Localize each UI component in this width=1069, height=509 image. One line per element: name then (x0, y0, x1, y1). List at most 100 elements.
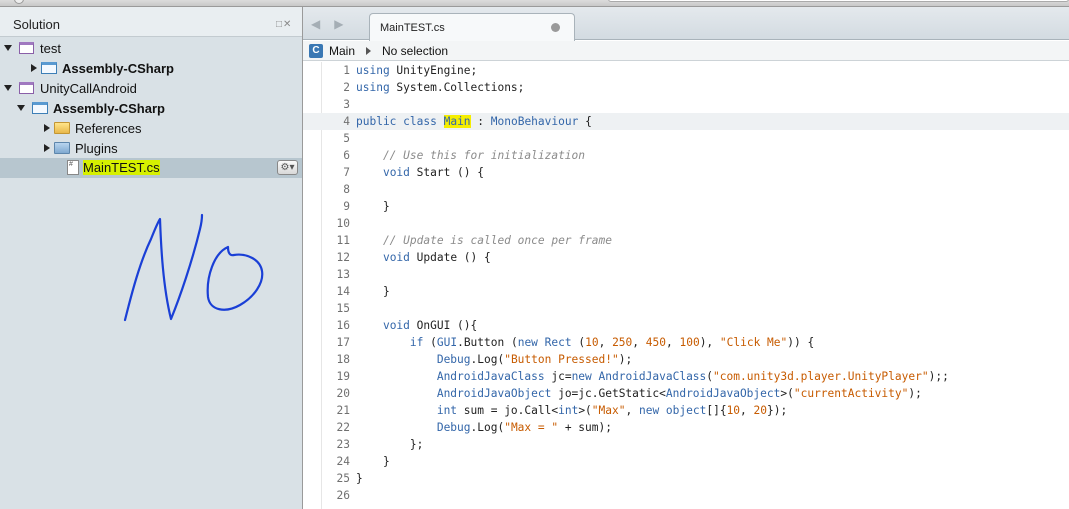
line-number: 11 (336, 234, 350, 247)
line-number: 20 (336, 387, 350, 400)
pad-controls[interactable]: □✕ (276, 19, 292, 30)
tab-maintest-cs[interactable]: MainTEST.cs (369, 13, 575, 41)
code-line: 8 (303, 181, 1069, 198)
code-text: using UnityEngine; (356, 64, 478, 77)
tree-item-label: References (75, 121, 142, 136)
tree-item-label: MainTEST.cs (83, 160, 160, 175)
code-line: 25} (303, 470, 1069, 487)
path-class-dropdown[interactable]: Main (329, 44, 355, 58)
code-text: // Update is called once per frame (356, 234, 612, 247)
line-number: 21 (336, 404, 350, 417)
solution-pad-title: Solution (13, 17, 60, 32)
code-line: 22 Debug.Log("Max = " + sum); (303, 419, 1069, 436)
window-top-edge (0, 0, 1069, 7)
code-line: 12 void Update () { (303, 249, 1069, 266)
line-number: 4 (343, 115, 350, 128)
code-text: // Use this for initialization (356, 149, 586, 162)
line-number: 25 (336, 472, 350, 485)
code-line: 21 int sum = jo.Call<int>("Max", new obj… (303, 402, 1069, 419)
code-text-area[interactable]: 1 using UnityEngine; 2 using System.Collect… (303, 62, 1069, 509)
close-tab-icon[interactable] (551, 23, 560, 32)
code-line: 23 }; (303, 436, 1069, 453)
code-line: 13 (303, 266, 1069, 283)
code-text: AndroidJavaObject jo=jc.GetStatic<Androi… (436, 387, 922, 400)
line-number: 24 (336, 455, 350, 468)
tree-item-label: Assembly-CSharp (62, 61, 174, 76)
tab-label: MainTEST.cs (380, 22, 445, 34)
solution-icon (19, 42, 34, 54)
code-line: 15 (303, 300, 1069, 317)
tree-item-label: Assembly-CSharp (53, 101, 165, 116)
solution-pad-header: Solution □✕ (0, 7, 302, 37)
collapsed-arrow-icon[interactable] (44, 124, 50, 132)
line-number: 10 (336, 217, 350, 230)
code-editor: ◀▶ MainTEST.cs C Main No selection 1 usin… (303, 7, 1069, 509)
tree-item[interactable]: UnityCallAndroid (0, 79, 302, 99)
expanded-arrow-icon[interactable] (17, 105, 25, 111)
code-text: Debug.Log("Max = " + sum); (436, 421, 612, 434)
code-line: 5 (303, 130, 1069, 147)
line-number: 7 (343, 166, 350, 179)
code-line: 26 (303, 487, 1069, 504)
search-field[interactable] (608, 0, 1069, 2)
tree-item[interactable]: Assembly-CSharp (0, 59, 302, 79)
line-number: 14 (336, 285, 350, 298)
code-line: 9 } (303, 198, 1069, 215)
line-number: 13 (336, 268, 350, 281)
expanded-arrow-icon[interactable] (4, 45, 12, 51)
gear-icon[interactable]: ⚙▾ (277, 160, 298, 175)
document-tab-bar: ◀▶ MainTEST.cs (303, 7, 1069, 41)
code-line: 17 if (GUI.Button (new Rect (10, 250, 45… (303, 334, 1069, 351)
code-line: 14 } (303, 283, 1069, 300)
code-line: 7 void Start () { (303, 164, 1069, 181)
line-number: 18 (336, 353, 350, 366)
tree-item[interactable]: Assembly-CSharp (0, 99, 302, 119)
path-separator-icon (366, 47, 371, 55)
collapsed-arrow-icon[interactable] (44, 144, 50, 152)
window-button[interactable] (14, 0, 24, 4)
code-line: 1 using UnityEngine; (303, 62, 1069, 79)
tree-item[interactable]: References (0, 119, 302, 139)
tree-item-label: test (40, 41, 61, 56)
tree-item[interactable]: # MainTEST.cs ⚙▾ (0, 158, 302, 178)
tree-item-label: UnityCallAndroid (40, 81, 137, 96)
code-line: 11 // Update is called once per frame (303, 232, 1069, 249)
code-text: void Update () { (382, 251, 491, 264)
code-line: 24 } (303, 453, 1069, 470)
expanded-arrow-icon[interactable] (4, 85, 12, 91)
code-text: } (356, 200, 390, 213)
code-text: } (356, 455, 390, 468)
solution-pad: Solution □✕ test Assembly-CSharp UnityCall… (0, 7, 303, 509)
back-forward-arrows-icon[interactable]: ◀▶ (311, 17, 357, 31)
code-line: 4 public class Main : MonoBehaviour { (303, 113, 1069, 130)
path-member-dropdown[interactable]: No selection (382, 44, 448, 58)
code-text: int sum = jo.Call<int>("Max", new object… (436, 404, 788, 417)
line-number: 23 (336, 438, 350, 451)
line-number: 5 (343, 132, 350, 145)
line-number: 19 (336, 370, 350, 383)
code-text: if (GUI.Button (new Rect (10, 250, 450, … (409, 336, 815, 349)
tree-item[interactable]: Plugins (0, 139, 302, 159)
path-bar: C Main No selection (303, 41, 1069, 61)
folder-icon (54, 142, 70, 154)
code-line: 10 (303, 215, 1069, 232)
class-icon: C (309, 44, 323, 58)
code-line: 18 Debug.Log("Button Pressed!"); (303, 351, 1069, 368)
line-number: 16 (336, 319, 350, 332)
code-text: using System.Collections; (356, 81, 525, 94)
code-text: Debug.Log("Button Pressed!"); (436, 353, 633, 366)
line-number: 15 (336, 302, 350, 315)
code-text: } (356, 472, 363, 485)
cs-file-icon: # (67, 160, 79, 175)
collapsed-arrow-icon[interactable] (31, 64, 37, 72)
code-line: 6 // Use this for initialization (303, 147, 1069, 164)
tree-item-label: Plugins (75, 141, 118, 156)
code-text: } (356, 285, 390, 298)
code-text: }; (356, 438, 424, 451)
project-icon (41, 62, 57, 74)
line-number: 22 (336, 421, 350, 434)
code-text: void OnGUI (){ (382, 319, 478, 332)
tree-item[interactable]: test (0, 39, 302, 59)
code-line: 2 using System.Collections; (303, 79, 1069, 96)
folder-icon (54, 122, 70, 134)
